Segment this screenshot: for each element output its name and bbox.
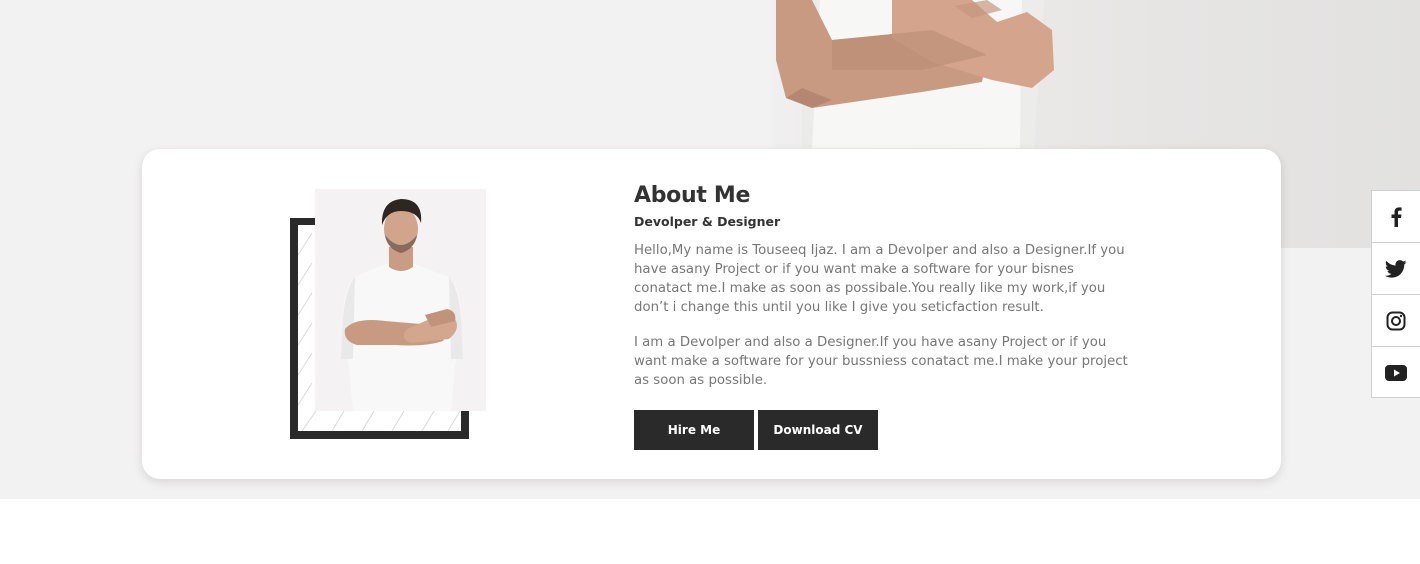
photo-frame-top (290, 218, 316, 225)
social-link-instagram[interactable] (1372, 295, 1420, 347)
about-paragraph-1: Hello,My name is Touseeq Ijaz. I am a De… (634, 243, 1125, 315)
social-sidebar (1371, 190, 1420, 398)
social-link-facebook[interactable] (1372, 191, 1420, 243)
hire-me-button[interactable]: Hire Me (634, 410, 754, 450)
about-paragraph-2: I am a Devolper and also a Designer.If y… (634, 335, 1128, 388)
hero-person-image (776, 0, 1054, 148)
about-card: About Me Devolper & Designer Hello,My na… (142, 149, 1281, 479)
about-text-block: About Me Devolper & Designer Hello,My na… (634, 183, 1144, 390)
youtube-icon (1385, 365, 1407, 381)
social-link-twitter[interactable] (1372, 243, 1420, 295)
action-buttons: Hire Me Download CV (634, 410, 878, 450)
social-link-youtube[interactable] (1372, 347, 1420, 399)
photo-frame-right (461, 411, 469, 439)
download-cv-button[interactable]: Download CV (758, 410, 878, 450)
twitter-icon (1385, 259, 1407, 278)
profile-photo (315, 189, 486, 411)
about-subtitle: Devolper & Designer (634, 214, 781, 229)
facebook-icon (1391, 206, 1402, 227)
about-title: About Me (634, 183, 751, 208)
instagram-icon (1386, 311, 1406, 330)
